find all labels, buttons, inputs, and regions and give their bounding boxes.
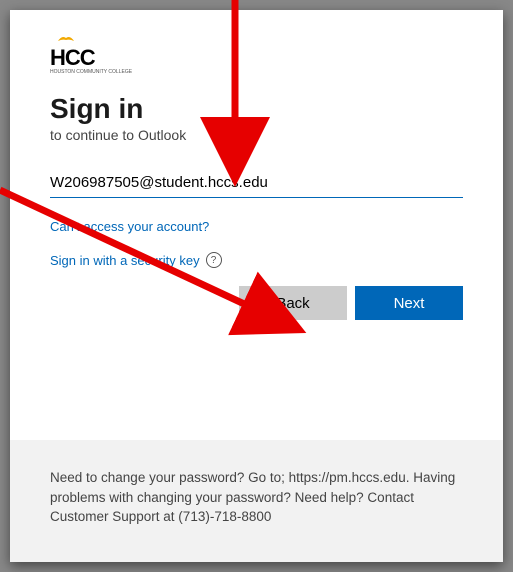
cant-access-link[interactable]: Can't access your account? xyxy=(50,219,209,234)
page-title: Sign in xyxy=(50,93,463,125)
next-button[interactable]: Next xyxy=(355,286,463,320)
email-input-wrap xyxy=(50,168,463,198)
button-row: Back Next xyxy=(50,286,463,320)
security-key-row: Sign in with a security key ? xyxy=(50,252,463,268)
email-field[interactable] xyxy=(50,168,463,198)
security-key-link[interactable]: Sign in with a security key xyxy=(50,253,200,268)
logo-bird-icon xyxy=(56,33,76,43)
page-subtitle: to continue to Outlook xyxy=(50,127,463,143)
signin-card: HCC HOUSTON COMMUNITY COLLEGE Sign in to… xyxy=(10,10,503,562)
question-icon[interactable]: ? xyxy=(206,252,222,268)
footer-help-text: Need to change your password? Go to; htt… xyxy=(10,440,503,562)
logo-text: HCC xyxy=(50,45,95,70)
main-content: HCC HOUSTON COMMUNITY COLLEGE Sign in to… xyxy=(10,10,503,440)
org-logo: HCC HOUSTON COMMUNITY COLLEGE xyxy=(50,45,132,75)
back-button[interactable]: Back xyxy=(239,286,347,320)
logo-subtext: HOUSTON COMMUNITY COLLEGE xyxy=(50,69,132,75)
